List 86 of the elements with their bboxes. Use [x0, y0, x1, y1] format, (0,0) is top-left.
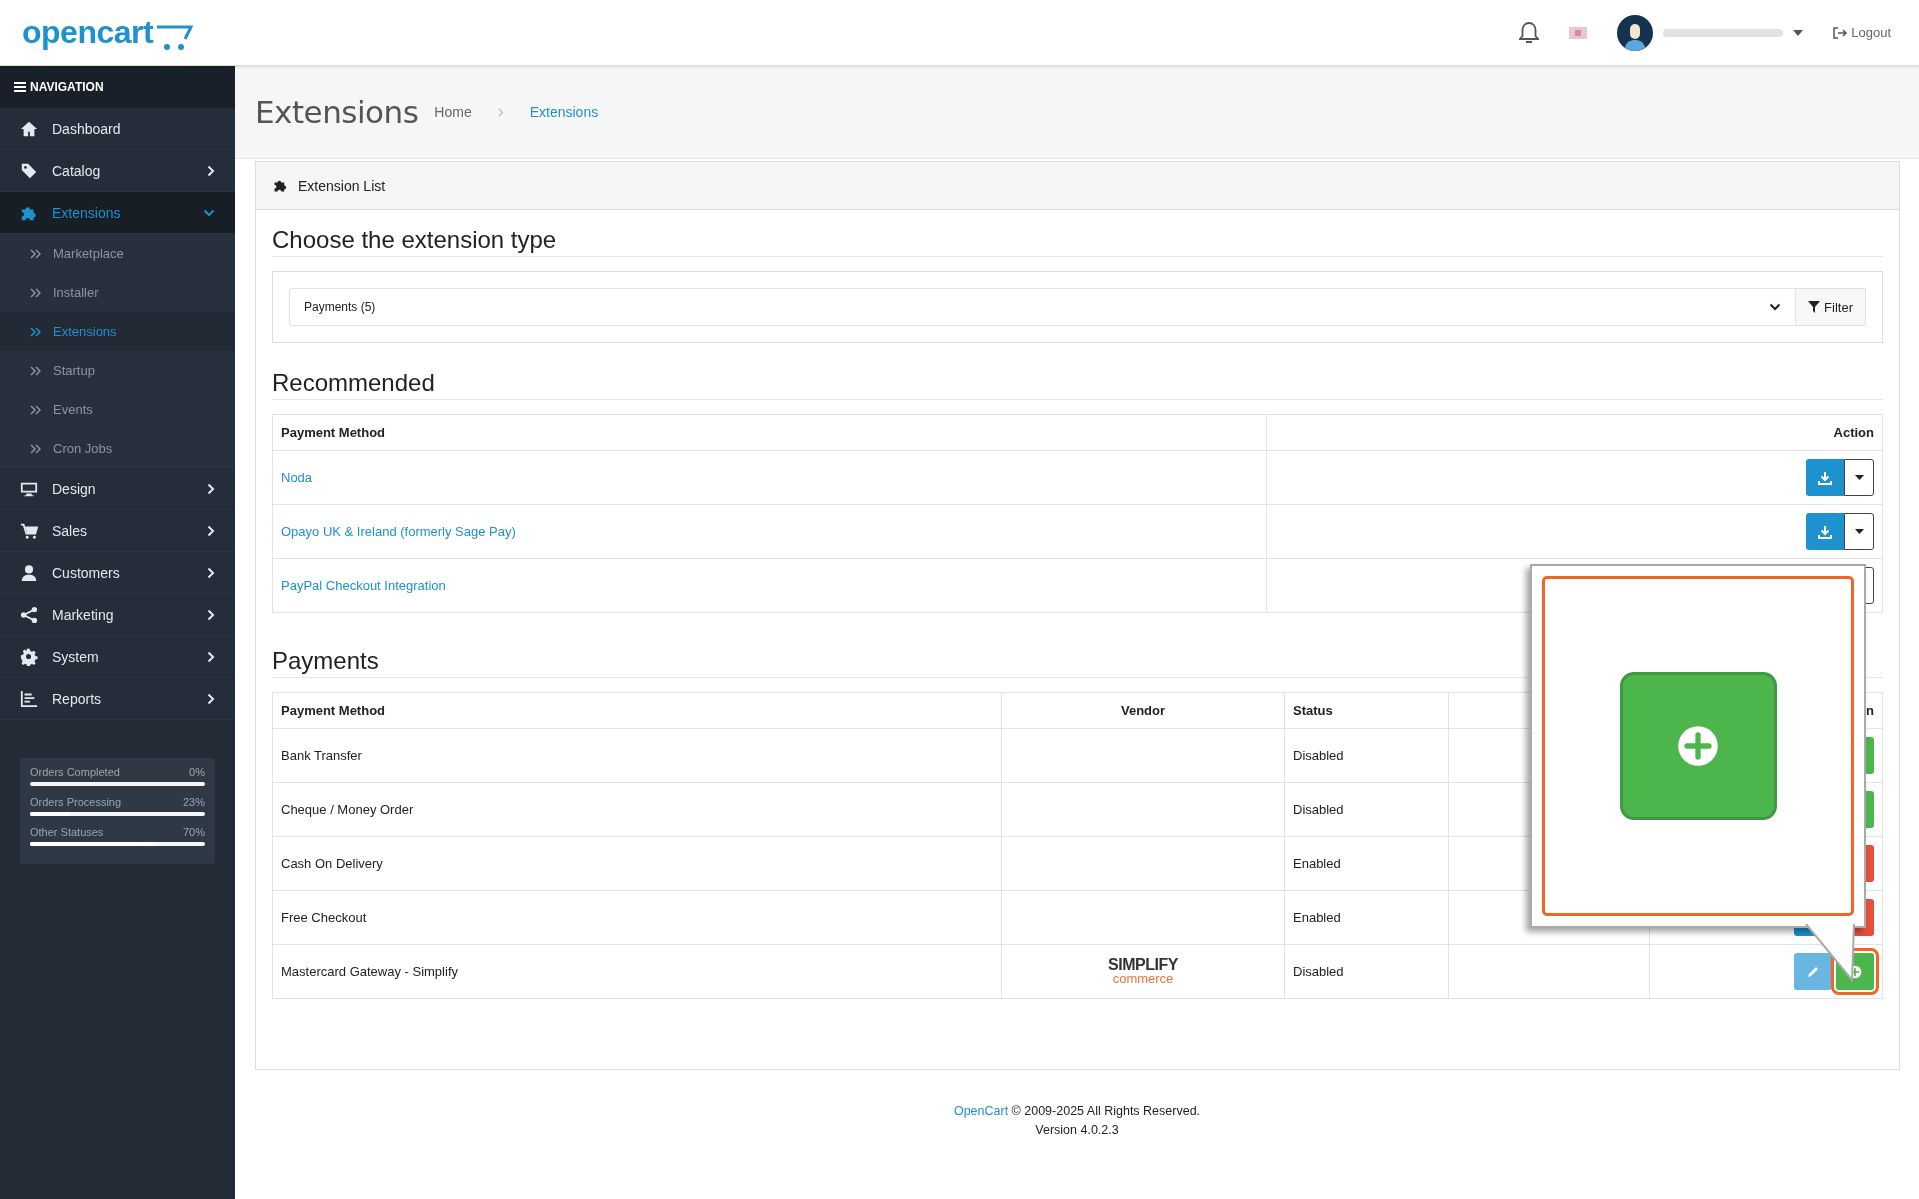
table-cell: Disabled [1284, 782, 1449, 837]
double-chevron-icon [30, 365, 41, 376]
caret-icon [1854, 529, 1864, 534]
vendor-logo: SIMPLIFY commerce [1108, 958, 1178, 985]
table-cell: Cheque / Money Order [272, 782, 1002, 837]
extension-link[interactable]: PayPal Checkout Integration [281, 578, 446, 593]
pencil-icon [1806, 964, 1820, 979]
chevron-right-icon [207, 608, 215, 621]
double-chevron-icon [30, 287, 41, 298]
table-cell: Enabled [1284, 890, 1449, 945]
nav-subitem[interactable]: Events [0, 390, 235, 429]
tag-icon [20, 161, 38, 180]
copyright-text: OpenCart © 2009-2025 All Rights Reserved. [952, 1103, 1202, 1120]
version-text: Version 4.0.2.3 [1034, 1122, 1120, 1139]
nav-subitem[interactable]: Installer [0, 273, 235, 312]
table-cell: Disabled [1284, 944, 1449, 999]
download-icon [1818, 524, 1832, 539]
download-icon [1818, 470, 1832, 485]
card-title: Extension List [298, 177, 386, 194]
column-header: Status [1284, 692, 1449, 729]
gear-icon [20, 647, 38, 666]
flag-icon[interactable] [1569, 26, 1588, 39]
bell-icon[interactable] [1519, 20, 1540, 45]
column-header: Payment Method [272, 692, 1002, 729]
stat-label: Orders Processing [30, 796, 122, 808]
stat-value: 70% [182, 826, 205, 838]
table-cell: Bank Transfer [272, 728, 1002, 783]
filter-button[interactable]: Filter [1796, 288, 1866, 326]
page-title: Extensions [255, 94, 419, 130]
avatar-icon[interactable] [1617, 14, 1654, 51]
chevron-right-icon [207, 692, 215, 705]
cart-icon [20, 521, 38, 540]
user-icon [20, 563, 38, 582]
stat-value: 0% [189, 766, 205, 778]
section-heading: Choose the extension type [272, 226, 1883, 257]
chevron-down-icon [203, 208, 215, 217]
column-header: Vendor [1001, 692, 1285, 729]
dropdown-button[interactable] [1844, 459, 1874, 496]
extension-link[interactable]: Noda [281, 470, 313, 485]
nav-subitem[interactable]: Extensions [0, 312, 235, 351]
chevron-down-icon [1769, 303, 1782, 311]
share-icon [20, 605, 38, 624]
stat-label: Other Statuses [30, 826, 104, 838]
chevron-right-icon [207, 524, 215, 537]
chevron-right-icon [207, 164, 215, 177]
chevron-right-icon [497, 107, 504, 117]
navigation-title: NAVIGATION [30, 80, 104, 94]
chevron-right-icon [207, 566, 215, 579]
column-header: Action [1266, 414, 1883, 451]
dropdown-button[interactable] [1844, 513, 1874, 550]
double-chevron-icon [30, 248, 41, 259]
stat-label: Orders Completed [30, 766, 120, 778]
breadcrumb-link[interactable]: Home [434, 104, 472, 120]
double-chevron-icon [30, 326, 41, 337]
stat-value: 23% [182, 796, 205, 808]
section-heading: Recommended [272, 369, 1883, 400]
caret-icon [1854, 475, 1864, 480]
table-cell: Free Checkout [272, 890, 1002, 945]
nav-item[interactable]: Extensions [0, 192, 235, 234]
footer-link[interactable]: OpenCart [953, 1104, 1009, 1118]
extension-type-select[interactable]: Payments (5) [289, 288, 1797, 326]
table-cell: Enabled [1284, 836, 1449, 891]
plus-circle-icon [1676, 724, 1720, 768]
menu-icon[interactable] [14, 82, 26, 92]
home-icon [20, 119, 38, 138]
logout-icon [1833, 26, 1848, 39]
breadcrumb-link[interactable]: Extensions [529, 104, 599, 120]
cart-icon [155, 23, 194, 51]
chevron-right-icon [207, 482, 215, 495]
filter-icon [1808, 301, 1821, 313]
logo-text[interactable]: opencart [22, 14, 154, 51]
double-chevron-icon [30, 404, 41, 415]
nav-subitem[interactable]: Startup [0, 351, 235, 390]
chevron-right-icon [207, 650, 215, 663]
table-cell: Disabled [1284, 728, 1449, 783]
extension-link[interactable]: Opayo UK & Ireland (formerly Sage Pay) [281, 524, 516, 539]
table-cell: Cash On Delivery [272, 836, 1002, 891]
nav-subitem[interactable]: Marketplace [0, 234, 235, 273]
logout-link[interactable]: Logout [1833, 25, 1891, 40]
caret-icon[interactable] [1793, 29, 1804, 36]
bar-chart-icon [20, 689, 38, 708]
column-header: Payment Method [272, 414, 1267, 451]
nav-subitem[interactable]: Cron Jobs [0, 429, 235, 468]
puzzle-icon [273, 178, 288, 193]
double-chevron-icon [30, 443, 41, 454]
table-cell: Mastercard Gateway - Simplify [272, 944, 1002, 999]
